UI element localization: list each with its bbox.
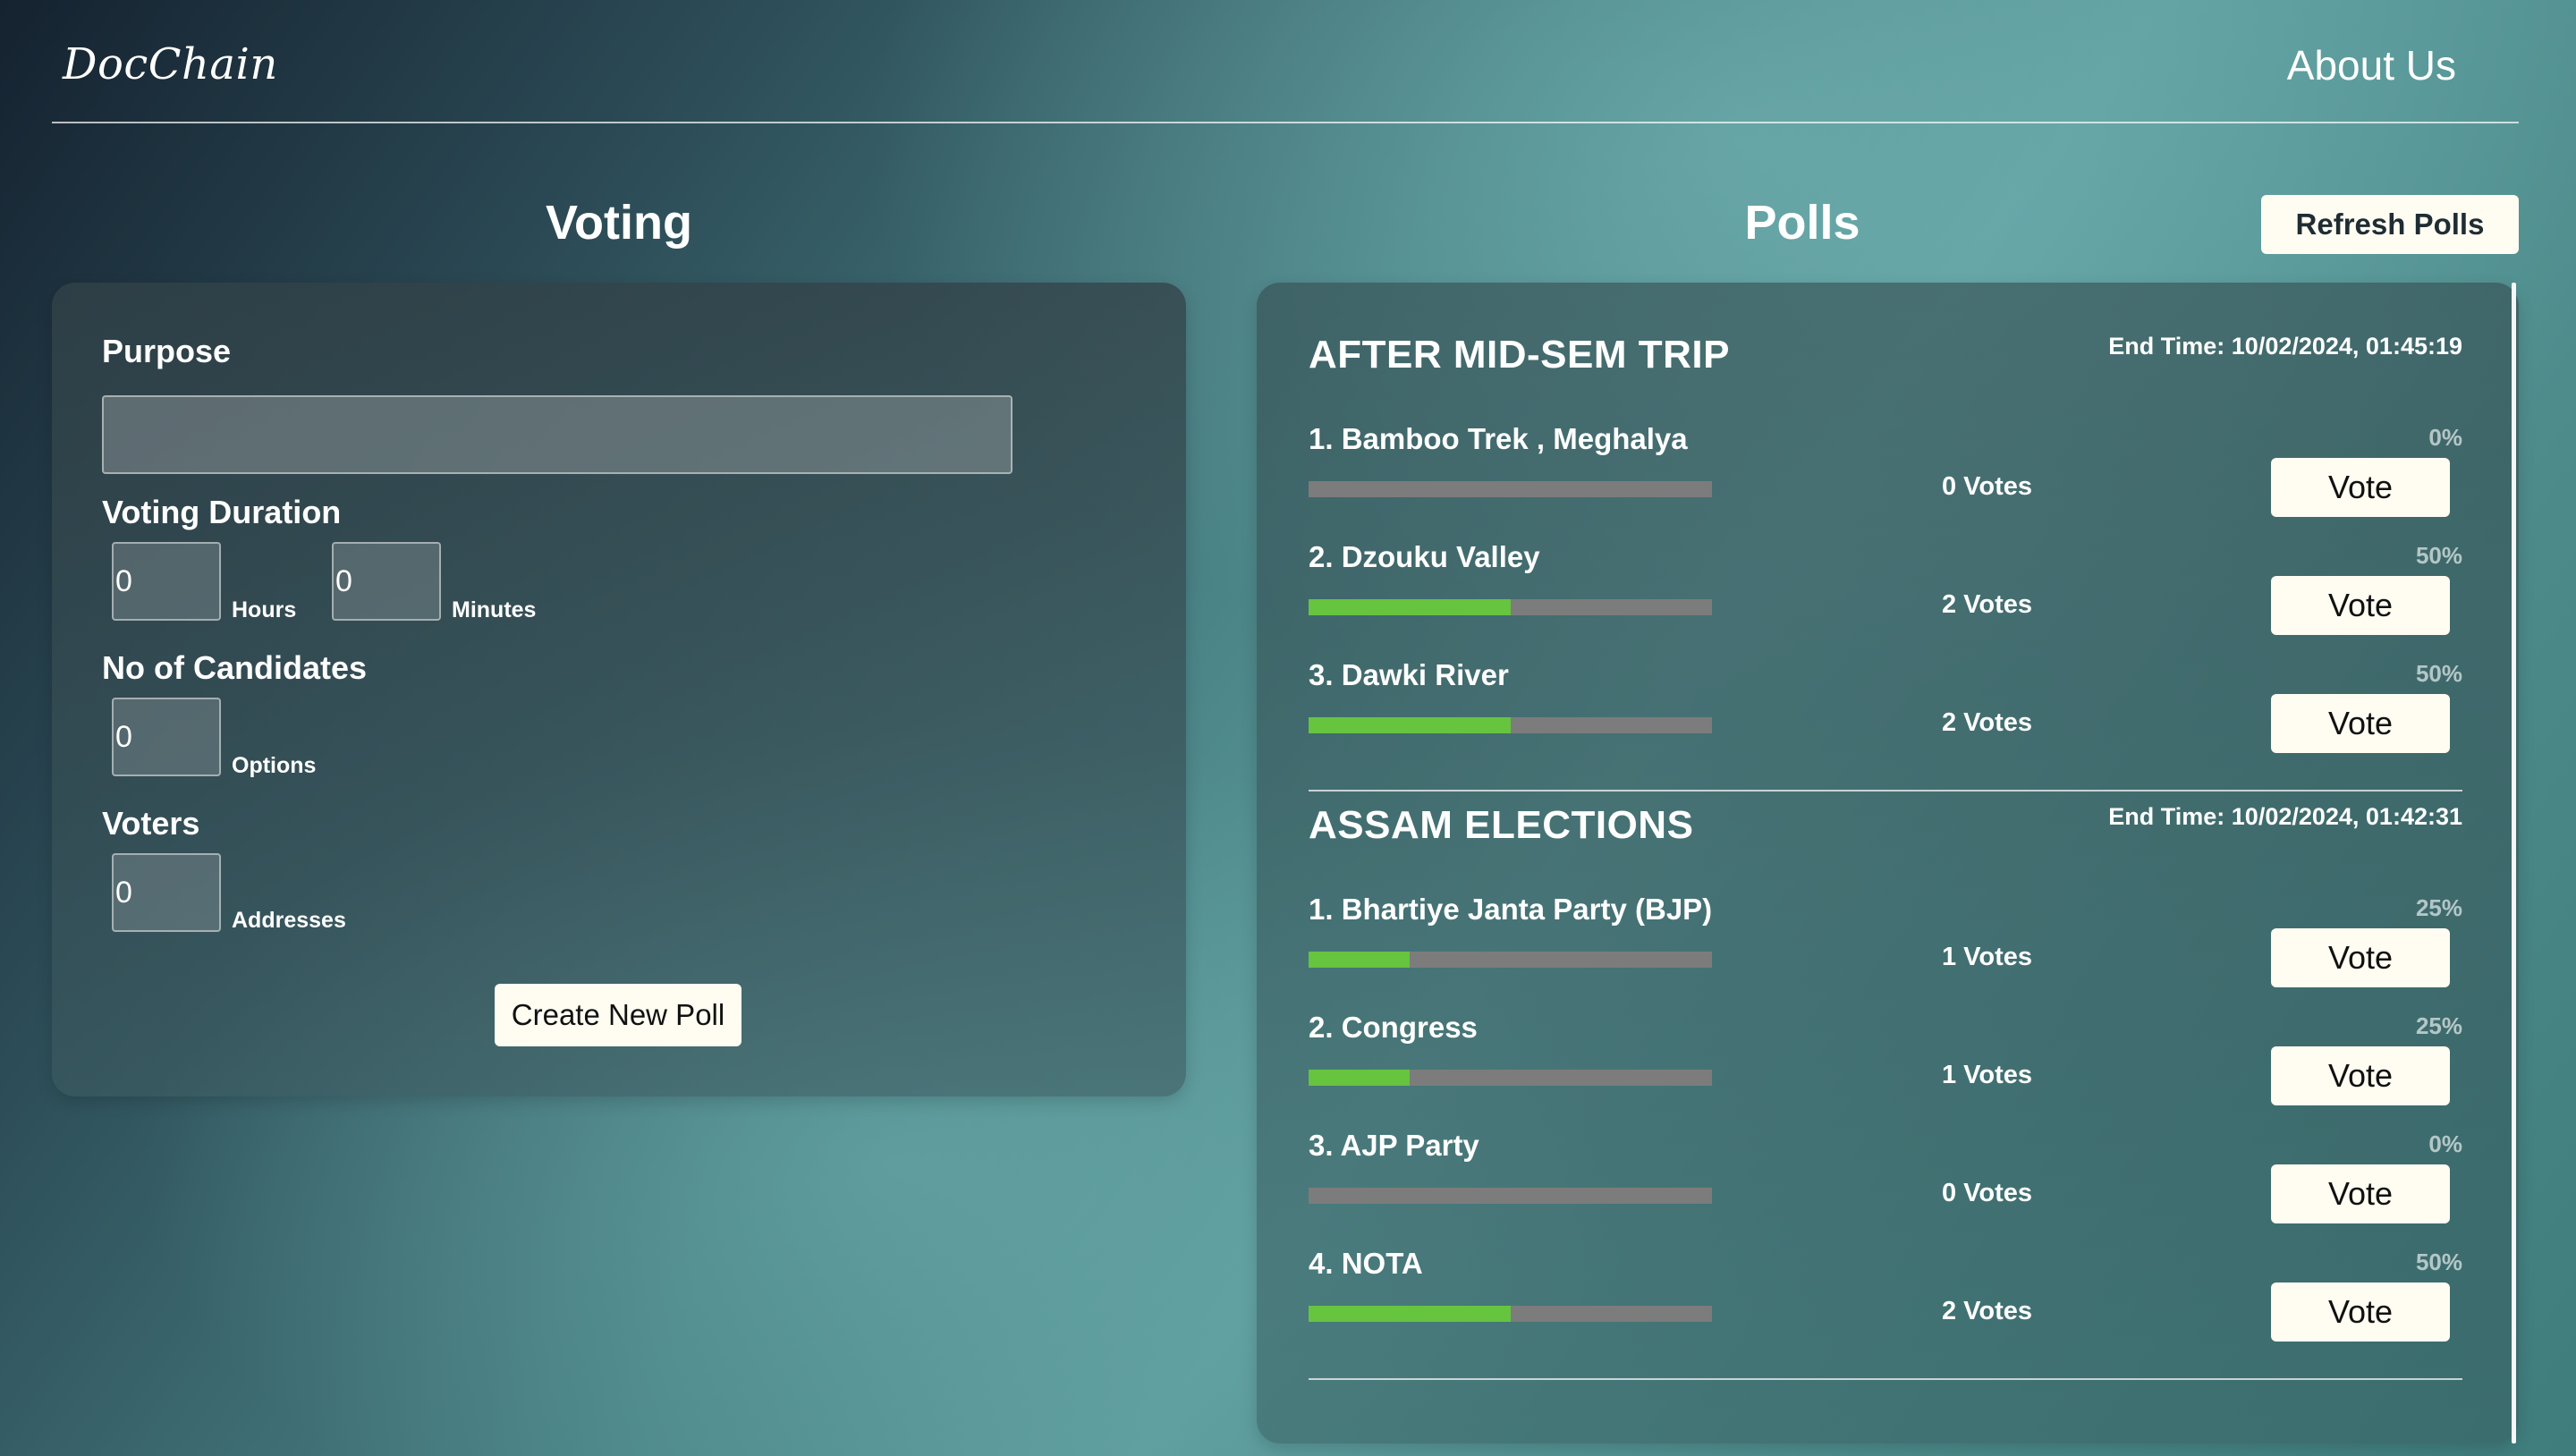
vote-button[interactable]: Vote xyxy=(2271,1282,2450,1342)
option-name: 1. Bhartiye Janta Party (BJP) xyxy=(1309,893,1713,926)
poll-title: ASSAM ELECTIONS xyxy=(1309,803,1694,847)
poll-divider xyxy=(1309,790,2462,791)
minutes-unit-label: Minutes xyxy=(452,597,537,622)
create-new-poll-button[interactable]: Create New Poll xyxy=(495,984,741,1046)
purpose-label: Purpose xyxy=(102,333,232,369)
about-us-link[interactable]: About Us xyxy=(2287,41,2456,89)
polls-scrollbar[interactable] xyxy=(2512,283,2516,1443)
option-progress-fill xyxy=(1309,1306,1511,1322)
option-percent: 0% xyxy=(2428,424,2462,451)
voting-duration-label: Voting Duration xyxy=(102,494,342,530)
option-vote-count: 1 Votes xyxy=(1942,943,2033,971)
option-vote-count: 0 Votes xyxy=(1942,1179,2033,1207)
option-progress-bar xyxy=(1309,599,1712,615)
option-progress-fill xyxy=(1309,599,1511,615)
option-percent: 50% xyxy=(2415,542,2462,569)
poll-end-time: End Time: 10/02/2024, 01:42:31 xyxy=(2108,803,2462,830)
vote-button[interactable]: Vote xyxy=(2271,576,2450,635)
top-navbar: DocChain About Us xyxy=(52,0,2519,123)
option-progress-bar xyxy=(1309,717,1712,733)
app-logo[interactable]: DocChain xyxy=(63,39,278,89)
addresses-unit-label: Addresses xyxy=(232,908,346,933)
option-progress-bar xyxy=(1309,481,1712,497)
purpose-input[interactable] xyxy=(102,395,1013,474)
option-percent: 50% xyxy=(2415,660,2462,687)
refresh-polls-button[interactable]: Refresh Polls xyxy=(2261,195,2519,254)
poll-option: 2. Dzouku Valley 50% 2 Votes Vote xyxy=(1309,540,2462,658)
poll-option: 2. Congress 25% 1 Votes Vote xyxy=(1309,1011,2462,1129)
option-vote-count: 0 Votes xyxy=(1942,472,2033,501)
voters-input[interactable] xyxy=(112,853,221,932)
poll-option: 1. Bhartiye Janta Party (BJP) 25% 1 Vote… xyxy=(1309,893,2462,1011)
vote-button[interactable]: Vote xyxy=(2271,928,2450,987)
vote-button[interactable]: Vote xyxy=(2271,694,2450,753)
option-name: 1. Bamboo Trek , Meghalya xyxy=(1309,422,1688,455)
option-progress-fill xyxy=(1309,1070,1410,1086)
vote-button[interactable]: Vote xyxy=(2271,458,2450,517)
poll-option: 3. Dawki River 50% 2 Votes Vote xyxy=(1309,658,2462,776)
poll-divider xyxy=(1309,1378,2462,1380)
option-percent: 0% xyxy=(2428,1130,2462,1157)
option-vote-count: 2 Votes xyxy=(1942,590,2033,619)
option-progress-fill xyxy=(1309,952,1410,968)
polls-title: Polls xyxy=(1744,196,1860,250)
options-unit-label: Options xyxy=(232,753,317,778)
option-percent: 25% xyxy=(2415,1012,2462,1039)
option-percent: 25% xyxy=(2415,894,2462,921)
hours-unit-label: Hours xyxy=(232,597,297,622)
option-progress-bar xyxy=(1309,1188,1712,1204)
candidates-input[interactable] xyxy=(112,698,221,776)
voting-title: Voting xyxy=(546,196,692,250)
minutes-input[interactable] xyxy=(332,542,441,621)
poll-title: AFTER MID-SEM TRIP xyxy=(1309,333,1730,377)
option-name: 2. Dzouku Valley xyxy=(1309,540,1540,573)
option-progress-bar xyxy=(1309,1070,1712,1086)
vote-button[interactable]: Vote xyxy=(2271,1164,2450,1223)
poll-card: AFTER MID-SEM TRIP End Time: 10/02/2024,… xyxy=(1309,333,2462,753)
poll-option: 1. Bamboo Trek , Meghalya 0% 0 Votes Vot… xyxy=(1309,422,2462,540)
hours-input[interactable] xyxy=(112,542,221,621)
option-name: 3. AJP Party xyxy=(1309,1129,1479,1162)
option-name: 3. Dawki River xyxy=(1309,658,1509,691)
vote-button[interactable]: Vote xyxy=(2271,1046,2450,1105)
poll-end-time: End Time: 10/02/2024, 01:45:19 xyxy=(2108,333,2462,360)
option-vote-count: 2 Votes xyxy=(1942,1297,2033,1325)
option-name: 2. Congress xyxy=(1309,1011,1478,1044)
option-progress-fill xyxy=(1309,717,1511,733)
option-vote-count: 2 Votes xyxy=(1942,708,2033,737)
poll-option: 4. NOTA 50% 2 Votes Vote xyxy=(1309,1247,2462,1365)
poll-option: 3. AJP Party 0% 0 Votes Vote xyxy=(1309,1129,2462,1247)
option-progress-bar xyxy=(1309,952,1712,968)
option-percent: 50% xyxy=(2415,1249,2462,1275)
option-name: 4. NOTA xyxy=(1309,1247,1423,1280)
candidates-label: No of Candidates xyxy=(102,649,368,686)
poll-card: ASSAM ELECTIONS End Time: 10/02/2024, 01… xyxy=(1309,803,2462,1358)
voters-label: Voters xyxy=(102,805,200,842)
option-progress-bar xyxy=(1309,1306,1712,1322)
option-vote-count: 1 Votes xyxy=(1942,1061,2033,1089)
